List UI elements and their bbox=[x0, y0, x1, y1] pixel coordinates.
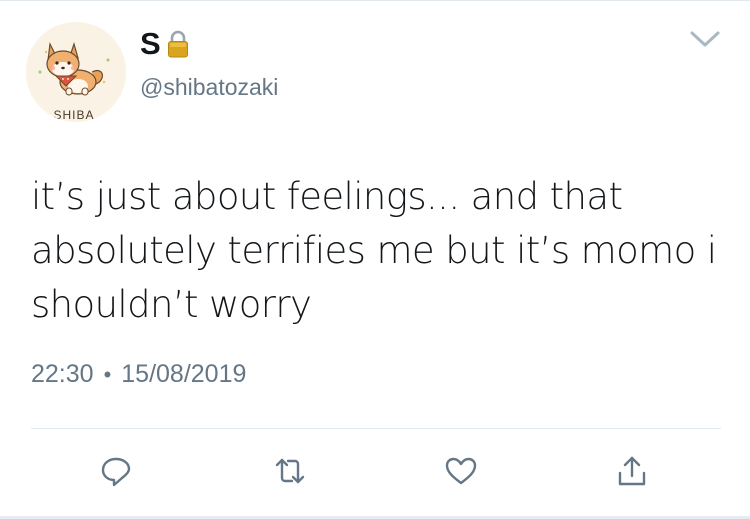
timestamp[interactable]: 22:30 • 15/08/2019 bbox=[31, 360, 246, 389]
share-button[interactable] bbox=[614, 453, 650, 489]
tweet-time: 22:30 bbox=[31, 360, 94, 388]
like-button[interactable] bbox=[443, 453, 479, 489]
lock-icon bbox=[168, 30, 189, 58]
tweet-line: it’s just about feelings... and that bbox=[31, 175, 623, 218]
tweet-text: it’s just about feelings... and that abs… bbox=[31, 170, 721, 332]
avatar-label: SHIBA bbox=[53, 108, 94, 122]
timestamp-separator: • bbox=[103, 361, 112, 387]
retweet-icon bbox=[275, 458, 305, 484]
retweet-button[interactable] bbox=[272, 453, 308, 489]
share-icon bbox=[618, 456, 646, 486]
tweet-date: 15/08/2019 bbox=[121, 360, 247, 388]
user-handle[interactable]: @shibatozaki bbox=[140, 74, 278, 101]
shiba-avatar-icon: SHIBA bbox=[26, 22, 126, 122]
tweet-line: shouldn’t worry bbox=[31, 283, 312, 326]
avatar[interactable]: SHIBA bbox=[26, 22, 126, 122]
top-border bbox=[0, 0, 750, 1]
reply-icon bbox=[101, 457, 131, 487]
tweet-line: absolutely terrifies me but it’s momo i bbox=[31, 229, 717, 272]
divider bbox=[31, 428, 721, 429]
chevron-down-icon[interactable] bbox=[688, 26, 722, 52]
like-icon bbox=[445, 457, 477, 485]
display-name[interactable]: S bbox=[140, 22, 189, 66]
display-name-text: S bbox=[140, 26, 162, 61]
reply-button[interactable] bbox=[98, 453, 134, 489]
